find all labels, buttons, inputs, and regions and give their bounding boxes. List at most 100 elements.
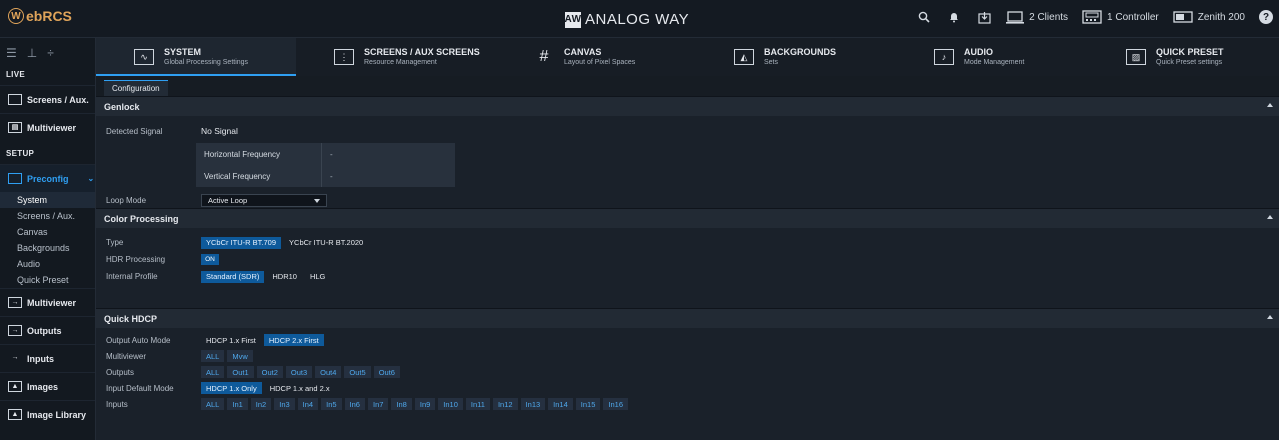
profile-option-hdr10[interactable]: HDR10 [267,271,302,283]
device-name: Zenith 200 [1197,11,1245,23]
input-chip[interactable]: In13 [520,398,546,410]
sidebar-subitem-system[interactable]: System [0,192,95,208]
controller-count: 1 Controller [1107,11,1159,23]
sidebar-item-outputs[interactable]: → Outputs [0,316,95,344]
mv-all-chip[interactable]: ALL [201,350,225,362]
screens-icon [8,94,22,105]
internal-profile-row: Internal Profile Standard (SDR) HDR10 HL… [96,268,1279,285]
hdcp-1x-first-option[interactable]: HDCP 1.x First [201,334,261,346]
help-icon[interactable]: ? [1259,10,1273,24]
sidebar-section-live: LIVE [6,70,25,79]
input-chip[interactable]: In6 [344,398,365,410]
input-chip[interactable]: In7 [367,398,389,410]
hdcp-2x-first-option[interactable]: HDCP 2.x First [263,334,324,346]
loop-mode-select[interactable]: Active Loop [201,194,327,207]
subtab-configuration[interactable]: Configuration [104,80,168,96]
genlock-section-header[interactable]: Genlock [96,96,1279,116]
input-chip[interactable]: In8 [391,398,412,410]
top-right-toolbar: 2 Clients 1 Controller Zenith 200 ? [916,9,1273,25]
tab-audio[interactable]: ♪ AUDIO Mode Management [896,38,1096,76]
input-chip[interactable]: In12 [492,398,518,410]
screens-aux-icon: ⋮ [334,49,354,65]
output-chip[interactable]: Out1 [227,366,254,378]
input-chip[interactable]: In14 [548,398,573,410]
outputs-all-chip[interactable]: ALL [201,366,225,378]
input-default-mode-row: Input Default Mode HDCP 1.x Only HDCP 1.… [96,380,1279,396]
controller-indicator[interactable]: 1 Controller [1082,10,1159,24]
sidebar-item-multiviewer-setup[interactable]: → Multiviewer [0,288,95,316]
screenshot-icon[interactable] [976,9,992,25]
output-chip[interactable]: Out6 [373,366,400,378]
quick-hdcp-section-header[interactable]: Quick HDCP [96,308,1279,328]
sidebar-subitem-canvas[interactable]: Canvas [0,224,95,240]
tab-canvas[interactable]: # CANVAS Layout of Pixel Spaces [496,38,696,76]
sidebar-subitem-quick-preset[interactable]: Quick Preset [0,272,95,288]
collapse-caret-icon[interactable] [1267,315,1273,319]
sidebar-subitem-backgrounds[interactable]: Backgrounds [0,240,95,256]
sidebar-item-label: Screens / Aux. [27,94,89,105]
mv-mvw-chip[interactable]: Mvw [227,350,253,362]
section-title: Quick HDCP [104,313,158,324]
input-chip[interactable]: In15 [575,398,601,410]
genlock-detected-row: Detected Signal No Signal [96,126,238,136]
device-indicator[interactable]: Zenith 200 [1173,11,1245,23]
hdr-toggle[interactable]: ON [201,254,219,265]
tab-system[interactable]: ∿ SYSTEM Global Processing Settings [96,38,296,76]
tab-quick-preset[interactable]: ▨ QUICK PRESET Quick Preset settings [1096,38,1279,76]
clients-indicator[interactable]: 2 Clients [1006,10,1068,24]
device-icon [1173,11,1193,23]
menu-collapse-icon[interactable]: ☰ [6,46,17,60]
input-chip[interactable]: In11 [465,398,490,410]
field-label: Type [106,238,124,247]
input-chip[interactable]: In16 [603,398,628,410]
sidebar-item-screens-aux[interactable]: Screens / Aux. [0,85,95,113]
output-chip[interactable]: Out2 [256,366,283,378]
hdr-processing-row: HDR Processing ON [96,251,1279,268]
output-auto-mode-row: Output Auto Mode HDCP 1.x First HDCP 2.x… [96,332,1279,348]
input-chip[interactable]: In4 [297,398,319,410]
input-chip[interactable]: In1 [227,398,248,410]
type-option-bt709[interactable]: YCbCr ITU-R BT.709 [201,236,282,249]
app-name: ebRCS [26,8,72,24]
hdcp-1x-and-2x-option[interactable]: HDCP 1.x and 2.x [265,382,335,394]
collapse-caret-icon[interactable] [1267,103,1273,107]
output-chip[interactable]: Out5 [344,366,371,378]
sidebar-item-multiviewer-live[interactable]: ▤ Multiviewer [0,113,95,141]
field-label: Output Auto Mode [106,335,171,345]
sidebar-subitem-audio[interactable]: Audio [0,256,95,272]
notification-bell-icon[interactable] [946,9,962,25]
collapse-caret-icon[interactable] [1267,215,1273,219]
type-option-bt2020[interactable]: YCbCr ITU-R BT.2020 [284,237,368,249]
hdcp-outputs-row: Outputs ALL Out1 Out2 Out3 Out4 Out5 Out… [96,364,1279,380]
inputs-all-chip[interactable]: ALL [201,398,225,410]
webrcs-logo-icon: W [8,8,24,24]
input-chip[interactable]: In2 [250,398,272,410]
search-icon[interactable] [916,9,932,25]
sidebar-item-preconfig[interactable]: Preconfig ⌄ [0,164,95,192]
field-label: Loop Mode [106,196,147,205]
sidebar-item-label: Multiviewer [27,122,77,133]
app-logo[interactable]: W ebRCS [8,8,72,24]
profile-option-hlg[interactable]: HLG [305,271,330,283]
sidebar-item-image-library[interactable]: ▲ Image Library [0,400,95,428]
input-chip[interactable]: In9 [414,398,436,410]
profile-option-sdr[interactable]: Standard (SDR) [201,270,265,283]
field-label: Input Default Mode [106,383,174,393]
input-chip[interactable]: In5 [321,398,342,410]
align-icon[interactable]: ⊥ [27,46,37,60]
output-chip[interactable]: Out4 [315,366,342,378]
output-chip[interactable]: Out3 [285,366,313,378]
hdcp-1x-only-option[interactable]: HDCP 1.x Only [201,382,262,394]
brand-name: ANALOG WAY [585,11,690,28]
sidebar-item-inputs[interactable]: → Inputs [0,344,95,372]
input-chip[interactable]: In3 [274,398,295,410]
tab-screens-aux[interactable]: ⋮ SCREENS / AUX SCREENS Resource Manageme… [296,38,496,76]
split-icon[interactable]: ÷ [47,46,54,60]
tab-backgrounds[interactable]: ◭ BACKGROUNDS Sets [696,38,896,76]
sidebar-item-images[interactable]: ▲ Images [0,372,95,400]
sidebar-subitem-screens-aux[interactable]: Screens / Aux. [0,208,95,224]
color-processing-section-header[interactable]: Color Processing [96,208,1279,228]
tab-subtitle: Mode Management [964,59,1025,66]
input-chip[interactable]: In10 [438,398,463,410]
tab-title: SYSTEM [164,47,202,57]
